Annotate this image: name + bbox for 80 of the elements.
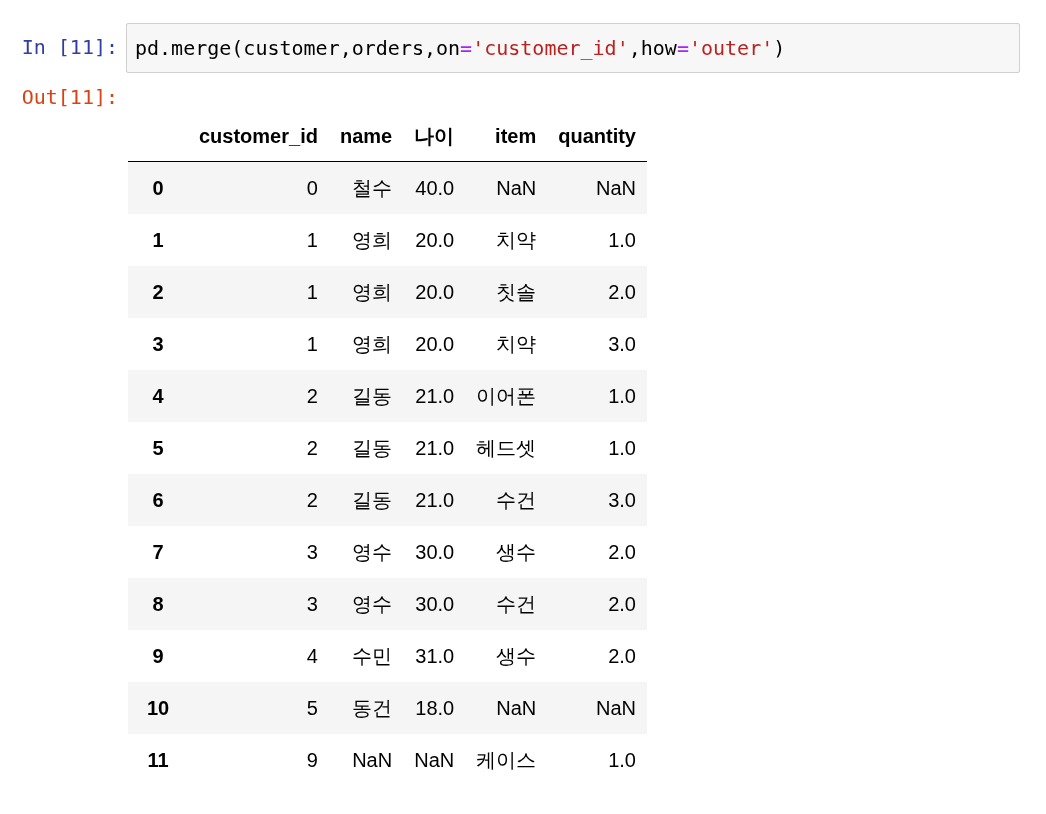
table-cell: 21.0 [403,474,466,526]
table-cell: 1.0 [547,422,647,474]
table-cell: 케이스 [465,734,548,786]
table-cell: 영희 [328,318,404,370]
column-header: customer_id [188,111,329,162]
table-cell: 2.0 [547,630,647,682]
table-cell: 2 [188,370,329,422]
column-header: item [465,111,548,162]
table-cell: 1 [188,318,329,370]
code-input[interactable]: pd.merge(customer,orders,on='customer_id',how='outer') [126,23,1020,73]
table-cell: 31.0 [403,630,466,682]
table-cell: 치약 [465,318,548,370]
row-index: 6 [128,474,188,526]
table-cell: 4 [188,630,329,682]
table-cell: 수건 [465,474,548,526]
table-cell: 0 [188,161,329,214]
table-cell: 21.0 [403,422,466,474]
table-cell: 18.0 [403,682,466,734]
table-cell: 30.0 [403,578,466,630]
row-index: 4 [128,370,188,422]
table-cell: 이어폰 [465,370,548,422]
table-cell: 1.0 [547,214,647,266]
table-cell: 수민 [328,630,404,682]
table-cell: 길동 [328,422,404,474]
row-index: 1 [128,214,188,266]
table-cell: 20.0 [403,214,466,266]
table-cell: 20.0 [403,318,466,370]
table-cell: 생수 [465,526,548,578]
table-cell: 2 [188,422,329,474]
table-cell: 30.0 [403,526,466,578]
table-cell: 영수 [328,526,404,578]
table-cell: 길동 [328,370,404,422]
table-cell: 3.0 [547,474,647,526]
table-cell: NaN [403,734,466,786]
table-cell: 동건 [328,682,404,734]
table-cell: 길동 [328,474,404,526]
row-index: 5 [128,422,188,474]
table-cell: 3 [188,526,329,578]
row-index: 9 [128,630,188,682]
output-prompt: Out[11]: [20,84,119,111]
table-cell: 칫솔 [465,266,548,318]
table-cell: 5 [188,682,329,734]
table-cell: NaN [465,682,548,734]
table-cell: 20.0 [403,266,466,318]
table-cell: 2.0 [547,266,647,318]
row-index: 8 [128,578,188,630]
table-cell: 1 [188,214,329,266]
table-cell: 헤드셋 [465,422,548,474]
row-index: 3 [128,318,188,370]
table-cell: 생수 [465,630,548,682]
input-prompt: In [11]: [20,34,119,61]
table-cell: 40.0 [403,161,466,214]
table-cell: 영희 [328,266,404,318]
table-cell: 1.0 [547,734,647,786]
table-cell: 21.0 [403,370,466,422]
table-cell: 철수 [328,161,404,214]
table-cell: 1 [188,266,329,318]
table-cell: 영수 [328,578,404,630]
table-cell: NaN [547,682,647,734]
table-cell: 3 [188,578,329,630]
table-cell: 9 [188,734,329,786]
table-cell: 치약 [465,214,548,266]
column-header: name [328,111,404,162]
row-index: 11 [128,734,188,786]
row-index: 10 [128,682,188,734]
table-cell: NaN [465,161,548,214]
row-index: 7 [128,526,188,578]
table-cell: 2 [188,474,329,526]
column-header: quantity [547,111,647,162]
column-header: 나이 [403,111,466,162]
row-index: 0 [128,161,188,214]
table-cell: NaN [328,734,404,786]
row-index: 2 [128,266,188,318]
table-cell: 3.0 [547,318,647,370]
table-cell: 2.0 [547,578,647,630]
table-cell: 수건 [465,578,548,630]
table-cell: 영희 [328,214,404,266]
table-cell: NaN [547,161,647,214]
table-cell: 2.0 [547,526,647,578]
table-cell: 1.0 [547,370,647,422]
